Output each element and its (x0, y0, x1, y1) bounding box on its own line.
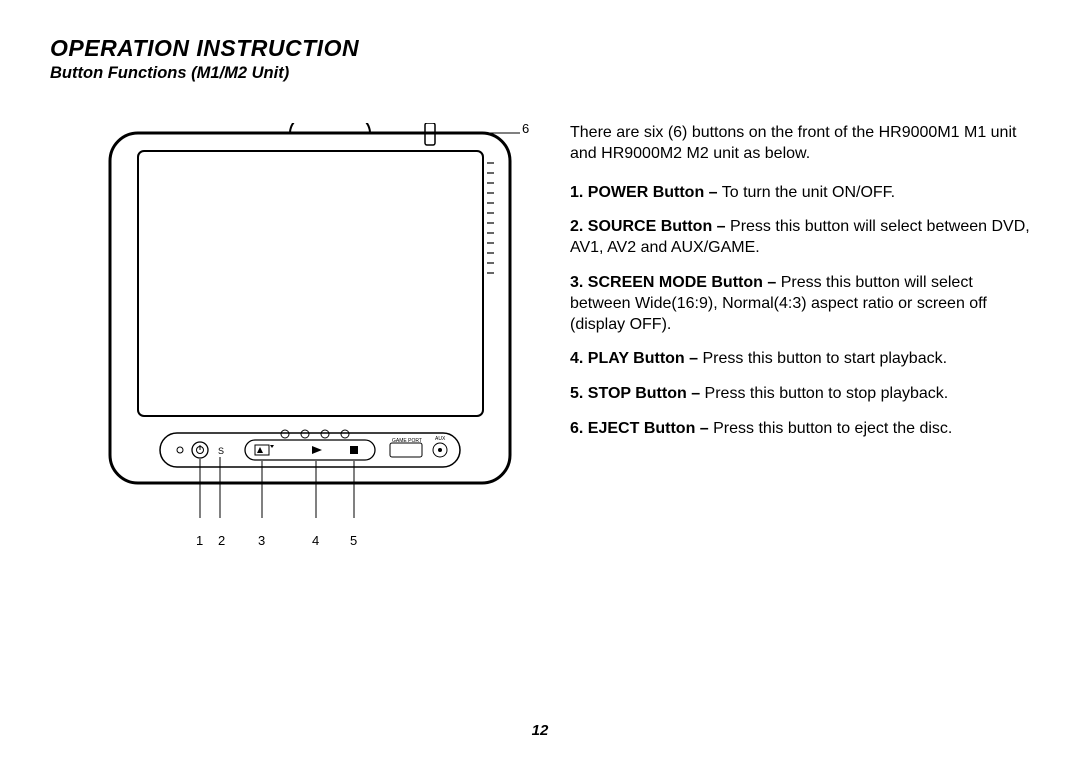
device-diagram: S (90, 123, 520, 523)
list-item: 3. SCREEN MODE Button – Press this butto… (570, 273, 1030, 335)
stop-icon (350, 446, 358, 454)
callout-label-5: 5 (350, 533, 357, 548)
list-item: 6. EJECT Button – Press this button to e… (570, 419, 1030, 440)
aux-label: AUX (435, 436, 446, 442)
screen-mode-icon (255, 445, 274, 455)
page-title: OPERATION INSTRUCTION (50, 35, 1030, 62)
source-label-s: S (218, 446, 224, 456)
callout-label-6: 6 (522, 121, 529, 136)
manual-page: OPERATION INSTRUCTION Button Functions (… (0, 0, 1080, 761)
page-number: 12 (0, 722, 1080, 739)
diagram-column: 6 (50, 123, 510, 523)
power-button-icon (192, 442, 208, 458)
text-column: There are six (6) buttons on the front o… (570, 123, 1030, 523)
content-row: 6 (50, 123, 1030, 523)
list-item: 2. SOURCE Button – Press this button wil… (570, 217, 1030, 259)
callout-label-4: 4 (312, 533, 319, 548)
list-item: 4. PLAY Button – Press this button to st… (570, 349, 1030, 370)
callout-label-3: 3 (258, 533, 265, 548)
list-item: 5. STOP Button – Press this button to st… (570, 384, 1030, 405)
list-item: 1. POWER Button – To turn the unit ON/OF… (570, 183, 1030, 204)
game-port-label: GAME PORT (392, 438, 422, 444)
callout-label-1: 1 (196, 533, 203, 548)
callout-label-2: 2 (218, 533, 225, 548)
page-subtitle: Button Functions (M1/M2 Unit) (50, 64, 1030, 83)
play-icon (312, 446, 322, 454)
button-function-list: 1. POWER Button – To turn the unit ON/OF… (570, 183, 1030, 440)
intro-text: There are six (6) buttons on the front o… (570, 123, 1030, 165)
